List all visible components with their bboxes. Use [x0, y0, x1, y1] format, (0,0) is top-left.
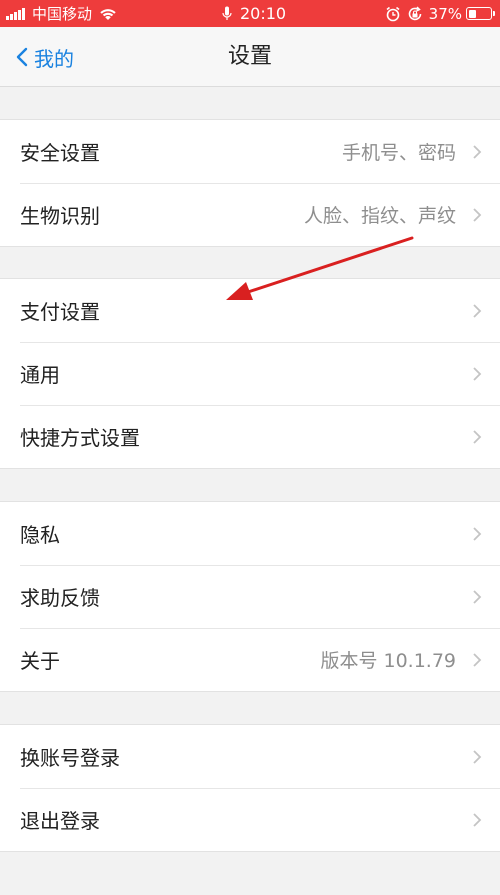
status-bar: 中国移动 20:10 37%: [0, 0, 500, 27]
chevron-right-icon: [473, 144, 482, 159]
settings-item-label: 换账号登录: [20, 746, 120, 770]
chevron-right-icon: [473, 429, 482, 444]
chevron-right-icon: [473, 812, 482, 827]
chevron-right-icon: [473, 526, 482, 541]
status-left: 中国移动: [6, 0, 118, 27]
settings-item-logout[interactable]: 退出登录: [0, 788, 500, 851]
battery-icon: [466, 7, 495, 20]
chevron-right-icon: [473, 589, 482, 604]
battery-percent: 37%: [428, 4, 462, 23]
back-label: 我的: [34, 46, 74, 71]
settings-item-feedback[interactable]: 求助反馈: [0, 565, 500, 628]
settings-item-label: 快捷方式设置: [20, 426, 140, 450]
status-center: 20:10: [222, 0, 286, 27]
page-title: 设置: [227, 44, 272, 69]
settings-item-shortcuts[interactable]: 快捷方式设置: [0, 405, 500, 468]
settings-item-switch-account[interactable]: 换账号登录: [0, 725, 500, 788]
settings-group-security: 安全设置 手机号、密码 生物识别 人脸、指纹、声纹: [0, 119, 500, 247]
chevron-right-icon: [473, 366, 482, 381]
settings-item-about[interactable]: 关于 版本号 10.1.79: [0, 628, 500, 691]
status-time: 20:10: [240, 4, 287, 23]
settings-item-label: 安全设置: [20, 141, 100, 165]
chevron-left-icon: [16, 47, 28, 67]
settings-item-value: 手机号、密码: [341, 142, 456, 164]
settings-item-label: 关于: [20, 649, 60, 673]
settings-item-value: 版本号 10.1.79: [320, 650, 456, 672]
settings-item-general[interactable]: 通用: [0, 342, 500, 405]
signal-icon: [6, 7, 26, 20]
chevron-right-icon: [473, 303, 482, 318]
battery-level-fill: [468, 9, 476, 18]
settings-group-general: 支付设置 通用 快捷方式设置: [0, 278, 500, 469]
rotation-lock-icon: [408, 5, 421, 20]
settings-item-value: 人脸、指纹、声纹: [303, 205, 456, 227]
wifi-icon: [100, 8, 116, 20]
chevron-right-icon: [473, 207, 482, 222]
settings-item-privacy[interactable]: 隐私: [0, 502, 500, 565]
settings-item-label: 支付设置: [20, 300, 100, 324]
settings-item-label: 求助反馈: [20, 586, 100, 610]
nav-bar: 我的 设置: [0, 27, 500, 87]
chevron-right-icon: [473, 652, 482, 667]
settings-item-payment[interactable]: 支付设置: [0, 279, 500, 342]
alarm-icon: [386, 6, 400, 21]
status-right: 37%: [385, 0, 495, 27]
carrier-name: 中国移动: [32, 5, 93, 23]
settings-group-privacy: 隐私 求助反馈 关于 版本号 10.1.79: [0, 501, 500, 692]
settings-item-biometrics[interactable]: 生物识别 人脸、指纹、声纹: [0, 183, 500, 246]
settings-item-label: 通用: [20, 363, 60, 387]
settings-item-label: 生物识别: [20, 204, 100, 228]
chevron-right-icon: [473, 749, 482, 764]
settings-item-label: 隐私: [20, 523, 60, 547]
mic-icon: [222, 6, 232, 20]
settings-item-label: 退出登录: [20, 809, 100, 833]
settings-item-security[interactable]: 安全设置 手机号、密码: [0, 120, 500, 183]
back-button[interactable]: 我的: [16, 27, 74, 87]
settings-group-account: 换账号登录 退出登录: [0, 724, 500, 852]
